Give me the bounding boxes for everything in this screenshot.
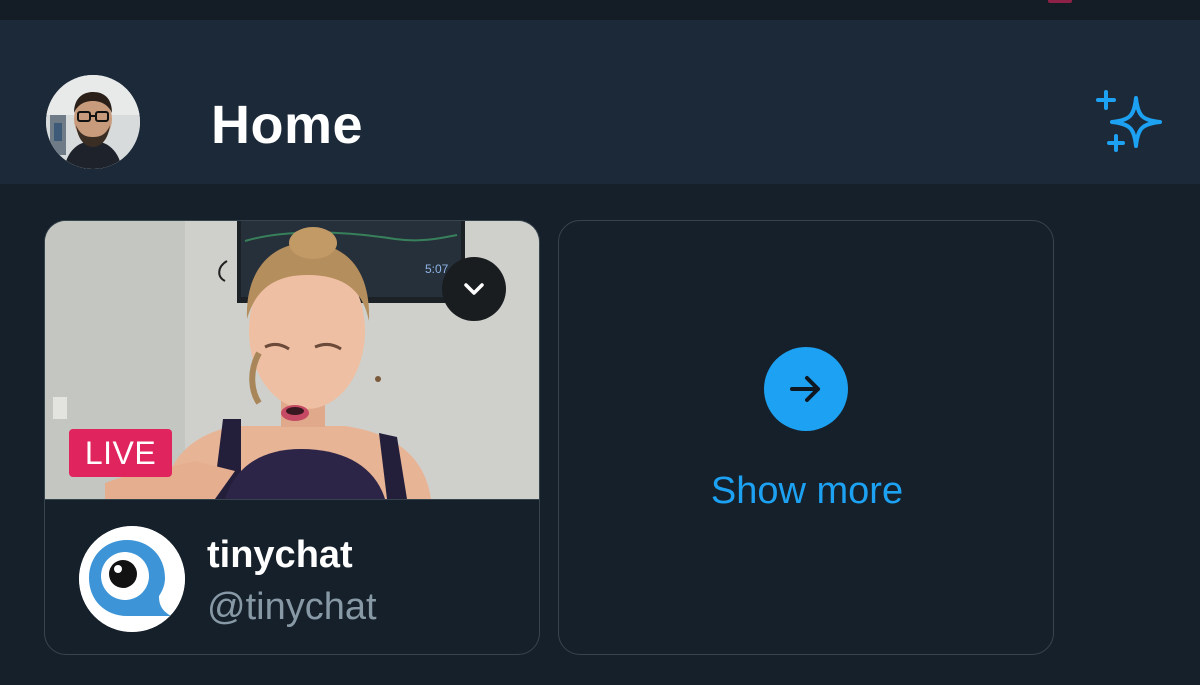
live-video-thumbnail[interactable]: 5:07 LIVE [45, 221, 539, 499]
channel-handle[interactable]: @tinychat [207, 585, 377, 629]
live-badge: LIVE [69, 429, 172, 477]
channel-name[interactable]: tinychat [207, 533, 353, 577]
broadcast-menu-button[interactable] [442, 257, 506, 321]
tinychat-logo-icon[interactable] [79, 526, 185, 632]
show-more-label[interactable]: Show more [559, 469, 1053, 513]
arrow-right-icon [790, 376, 820, 402]
profile-avatar[interactable] [46, 75, 140, 169]
sparkle-icon[interactable] [1092, 88, 1168, 158]
chevron-down-icon [464, 283, 484, 295]
show-more-card[interactable]: Show more [558, 220, 1054, 655]
notification-indicator [1048, 0, 1072, 3]
card-divider [45, 499, 539, 500]
show-more-button[interactable] [764, 347, 848, 431]
page-title: Home [211, 95, 364, 155]
live-broadcast-card[interactable]: 5:07 LIVE tinychat @tinychat [44, 220, 540, 655]
top-app-bar: Home [0, 20, 1200, 184]
status-bar [0, 0, 1200, 20]
